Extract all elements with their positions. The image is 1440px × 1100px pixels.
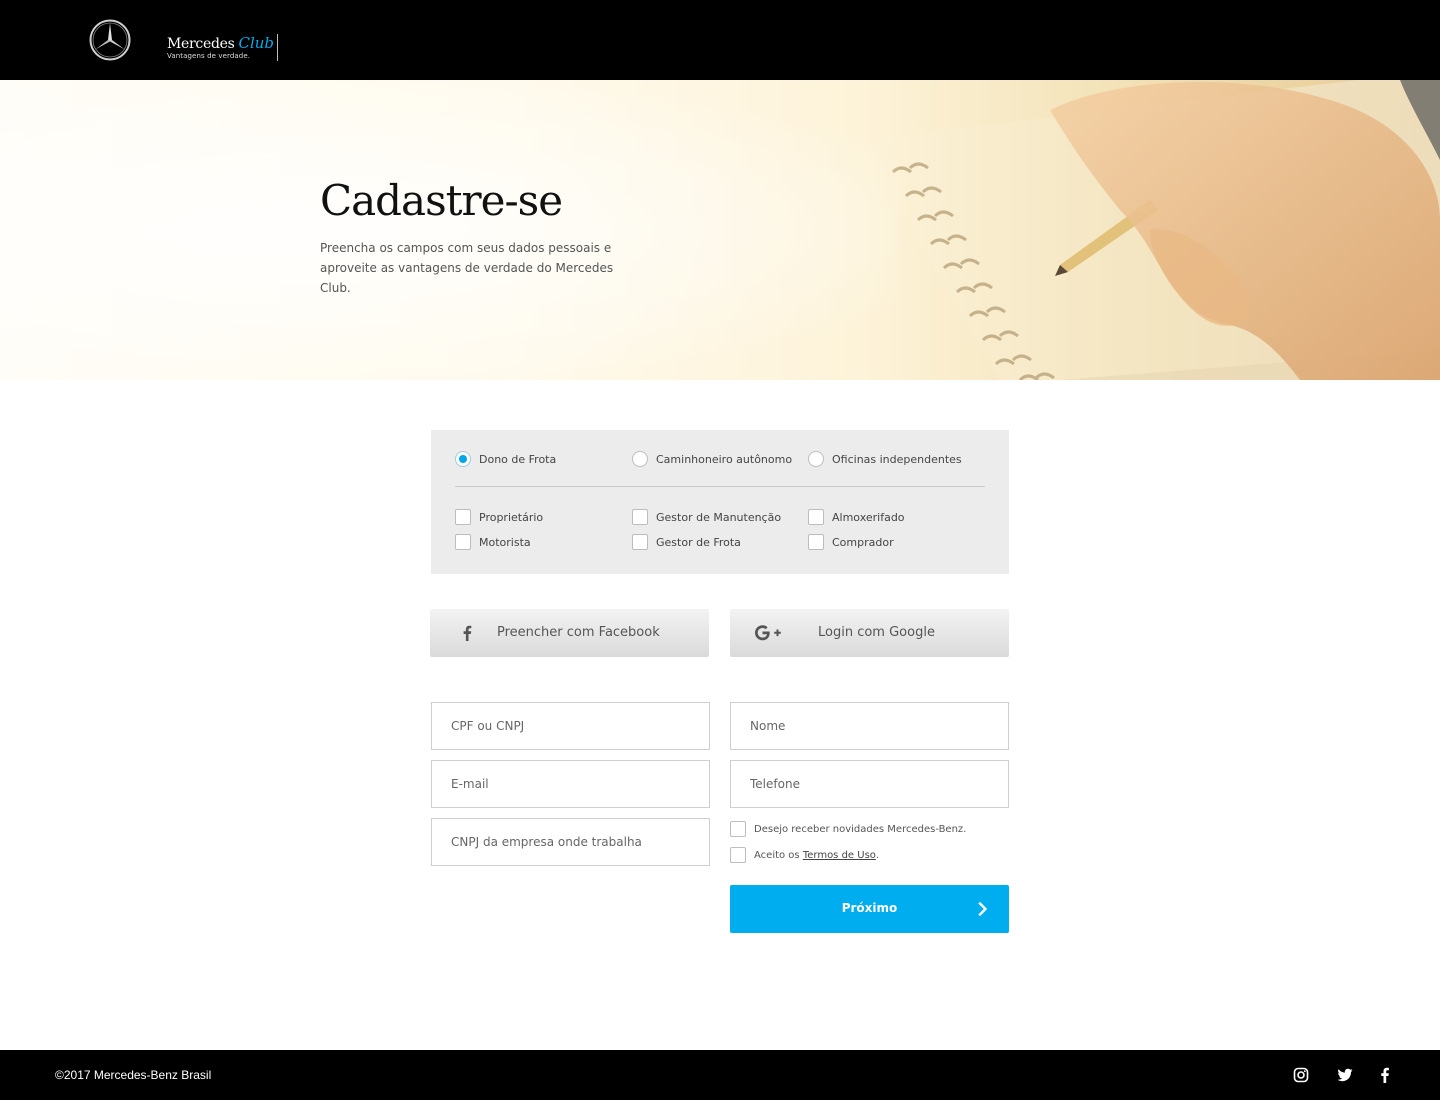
terms-of-use-link[interactable]: Termos de Uso	[803, 850, 876, 861]
role-label: Gestor de Manutenção	[656, 510, 782, 524]
profile-type-label: Dono de Frota	[479, 452, 557, 466]
google-button-label: Login com Google	[818, 625, 935, 640]
profile-type-caminhoneiro[interactable]: Caminhoneiro autônomo	[632, 451, 792, 467]
page-subtitle-line2: aproveite as vantagens de verdade do Mer…	[320, 261, 614, 295]
twitter-icon[interactable]	[1337, 1067, 1353, 1083]
site-footer: ©2017 Mercedes-Benz Brasil	[0, 1050, 1440, 1100]
brand-name: Mercedes	[167, 36, 235, 52]
telefone-field	[730, 760, 1009, 808]
role-label: Gestor de Frota	[656, 535, 741, 549]
role-label: Motorista	[479, 535, 531, 549]
instagram-icon[interactable]	[1293, 1067, 1309, 1083]
facebook-fill-button[interactable]: Preencher com Facebook	[430, 609, 709, 657]
facebook-button-label: Preencher com Facebook	[497, 625, 660, 640]
cpf-cnpj-input[interactable]	[432, 703, 709, 749]
brand-logo[interactable]: Mercedes Club Vantagens de verdade.	[167, 33, 275, 60]
radio-button[interactable]	[455, 451, 471, 467]
panel-divider	[455, 486, 985, 487]
terms-suffix: .	[875, 849, 880, 861]
profile-type-oficinas[interactable]: Oficinas independentes	[808, 451, 962, 467]
profile-type-dono-de-frota[interactable]: Dono de Frota	[455, 451, 556, 467]
brand-tagline: Vantagens de verdade.	[167, 52, 251, 60]
role-label: Proprietário	[479, 510, 544, 524]
site-header: Mercedes Club Vantagens de verdade.	[0, 0, 1440, 80]
hero-banner: Cadastre-se Preencha os campos com seus …	[0, 80, 1440, 380]
page-subtitle-line1: Preencha os campos com seus dados pessoa…	[320, 241, 612, 255]
hero-glow	[0, 80, 900, 380]
google-login-button[interactable]: Login com Google	[730, 609, 1009, 657]
header-divider	[277, 34, 278, 61]
role-label: Comprador	[832, 535, 894, 549]
role-almoxerifado[interactable]: Almoxerifado	[808, 509, 905, 525]
profile-type-label: Oficinas independentes	[832, 452, 962, 466]
newsletter-option[interactable]: Desejo receber novidades Mercedes-Benz.	[730, 821, 966, 837]
checkbox[interactable]	[455, 534, 471, 550]
radio-button[interactable]	[632, 451, 648, 467]
role-gestor-frota[interactable]: Gestor de Frota	[632, 534, 741, 550]
terms-checkbox[interactable]	[730, 847, 746, 863]
terms-option[interactable]: Aceito os Termos de Uso.	[730, 847, 879, 863]
page-subtitle: Preencha os campos com seus dados pessoa…	[320, 238, 640, 298]
page-title: Cadastre-se	[320, 176, 563, 225]
checkbox[interactable]	[632, 534, 648, 550]
role-gestor-manutencao[interactable]: Gestor de Manutenção	[632, 509, 781, 525]
next-button-label: Próximo	[841, 901, 898, 915]
radio-button[interactable]	[808, 451, 824, 467]
brand-club: Club	[238, 34, 275, 52]
footer-copyright: ©2017 Mercedes-Benz Brasil	[55, 1068, 212, 1082]
role-label: Almoxerifado	[832, 510, 905, 524]
email-input[interactable]	[432, 761, 709, 807]
cpf-cnpj-field	[431, 702, 710, 750]
google-plus-icon	[755, 625, 781, 641]
facebook-icon[interactable]	[1377, 1067, 1393, 1083]
email-field	[431, 760, 710, 808]
newsletter-label: Desejo receber novidades Mercedes-Benz.	[754, 823, 967, 835]
chevron-right-icon	[978, 902, 988, 916]
cnpj-empresa-field	[431, 818, 710, 866]
role-comprador[interactable]: Comprador	[808, 534, 894, 550]
profile-selection-panel: Dono de Frota Caminhoneiro autônomo Ofic…	[431, 430, 1009, 574]
checkbox[interactable]	[455, 509, 471, 525]
mercedes-star-icon[interactable]	[89, 19, 131, 61]
role-proprietario[interactable]: Proprietário	[455, 509, 543, 525]
checkbox[interactable]	[808, 534, 824, 550]
nome-input[interactable]	[731, 703, 1008, 749]
next-button[interactable]: Próximo	[730, 885, 1009, 933]
facebook-icon	[463, 625, 472, 641]
cnpj-empresa-input[interactable]	[432, 819, 709, 865]
profile-type-label: Caminhoneiro autônomo	[656, 452, 793, 466]
terms-prefix: Aceito os	[754, 849, 803, 861]
checkbox[interactable]	[808, 509, 824, 525]
nome-field	[730, 702, 1009, 750]
newsletter-checkbox[interactable]	[730, 821, 746, 837]
role-motorista[interactable]: Motorista	[455, 534, 531, 550]
checkbox[interactable]	[632, 509, 648, 525]
telefone-input[interactable]	[731, 761, 1008, 807]
